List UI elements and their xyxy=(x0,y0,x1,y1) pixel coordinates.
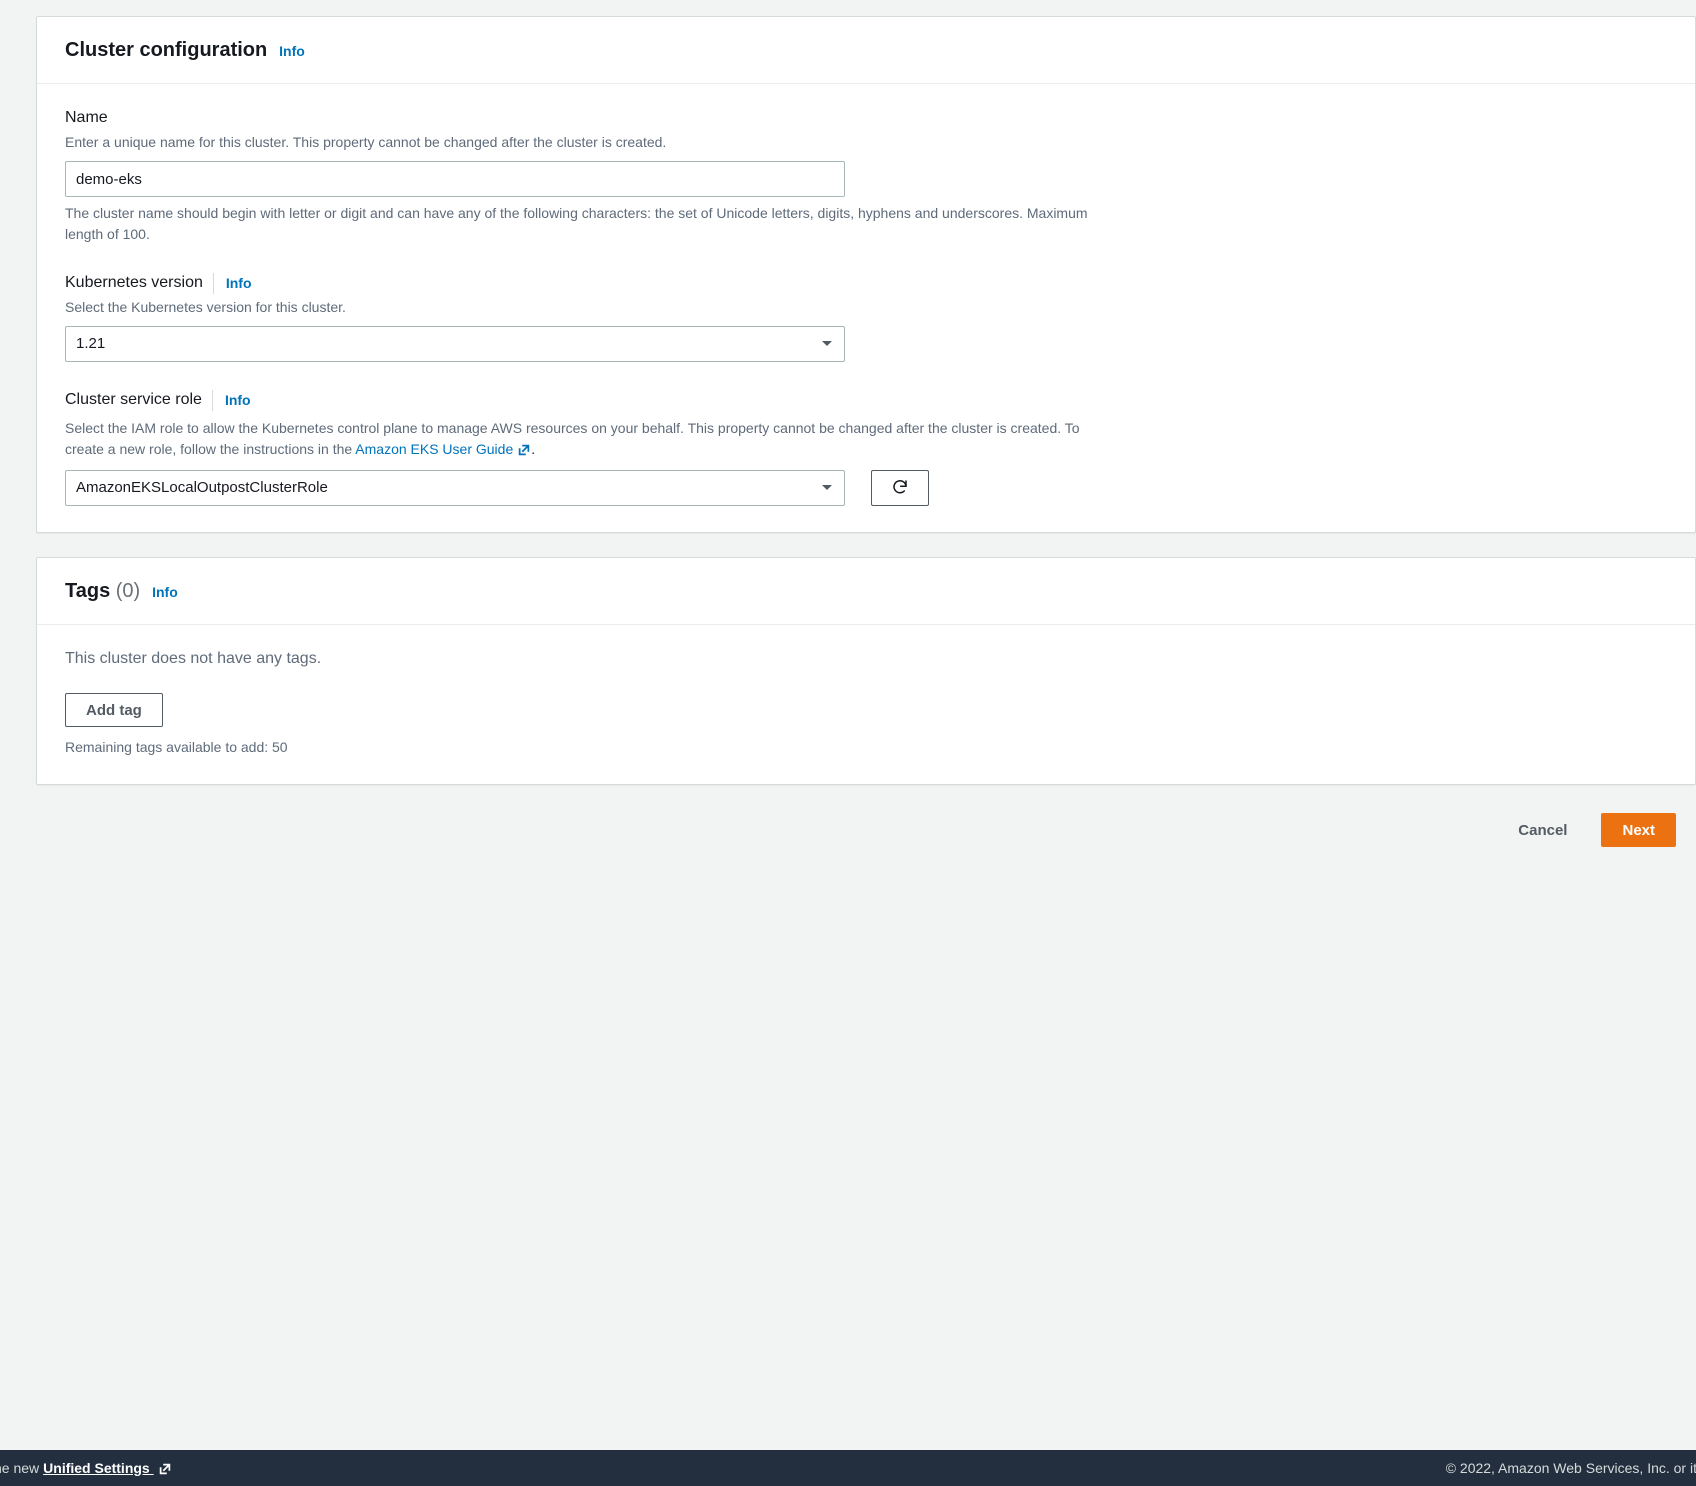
copyright-text: © 2022, Amazon Web Services, Inc. or its xyxy=(1446,1458,1696,1479)
cancel-button[interactable]: Cancel xyxy=(1498,813,1587,847)
tags-empty-text: This cluster does not have any tags. xyxy=(65,647,1667,671)
external-link-icon xyxy=(517,443,531,457)
k8s-group: Kubernetes version Info Select the Kuber… xyxy=(65,271,1667,362)
role-label: Cluster service role xyxy=(65,388,202,412)
role-description: Select the IAM role to allow the Kuberne… xyxy=(65,418,1105,460)
k8s-version-value: 1.21 xyxy=(76,333,105,356)
k8s-label: Kubernetes version xyxy=(65,271,203,295)
k8s-description: Select the Kubernetes version for this c… xyxy=(65,297,1667,318)
add-tag-button[interactable]: Add tag xyxy=(65,693,163,727)
refresh-icon xyxy=(891,478,909,499)
k8s-info-link[interactable]: Info xyxy=(213,273,252,294)
role-info-link[interactable]: Info xyxy=(212,390,251,411)
cluster-config-body: Name Enter a unique name for this cluste… xyxy=(37,84,1695,532)
tags-panel: Tags (0) Info This cluster does not have… xyxy=(36,557,1696,785)
name-description: Enter a unique name for this cluster. Th… xyxy=(65,132,1667,153)
bottom-bar-prefix: he new xyxy=(0,1458,39,1479)
name-group: Name Enter a unique name for this cluste… xyxy=(65,106,1667,245)
tags-title: Tags (0) xyxy=(65,580,140,602)
name-helper: The cluster name should begin with lette… xyxy=(65,203,1105,245)
role-group: Cluster service role Info Select the IAM… xyxy=(65,388,1667,506)
tags-info-link[interactable]: Info xyxy=(144,584,178,600)
unified-settings-link[interactable]: Unified Settings xyxy=(43,1458,171,1479)
refresh-roles-button[interactable] xyxy=(871,470,929,506)
footer-actions: Cancel Next xyxy=(36,809,1696,847)
external-link-icon xyxy=(158,1462,172,1476)
tags-body: This cluster does not have any tags. Add… xyxy=(37,625,1695,784)
name-input[interactable] xyxy=(65,161,845,197)
tags-header: Tags (0) Info xyxy=(37,558,1695,625)
eks-user-guide-link[interactable]: Amazon EKS User Guide xyxy=(355,441,531,457)
role-description-prefix: Select the IAM role to allow the Kuberne… xyxy=(65,420,1080,457)
name-label: Name xyxy=(65,106,1667,130)
role-select[interactable]: AmazonEKSLocalOutpostClusterRole xyxy=(65,470,845,506)
cluster-config-header: Cluster configuration Info xyxy=(37,17,1695,84)
cluster-config-title: Cluster configuration xyxy=(65,39,267,61)
role-value: AmazonEKSLocalOutpostClusterRole xyxy=(76,477,328,500)
tags-count: (0) xyxy=(116,580,140,602)
next-button[interactable]: Next xyxy=(1601,813,1676,847)
tags-remaining: Remaining tags available to add: 50 xyxy=(65,737,1667,758)
cluster-config-panel: Cluster configuration Info Name Enter a … xyxy=(36,16,1696,533)
cluster-config-info-link[interactable]: Info xyxy=(271,43,305,59)
k8s-version-select[interactable]: 1.21 xyxy=(65,326,845,362)
bottom-bar: he new Unified Settings © 2022, Amazon W… xyxy=(0,1450,1696,1486)
